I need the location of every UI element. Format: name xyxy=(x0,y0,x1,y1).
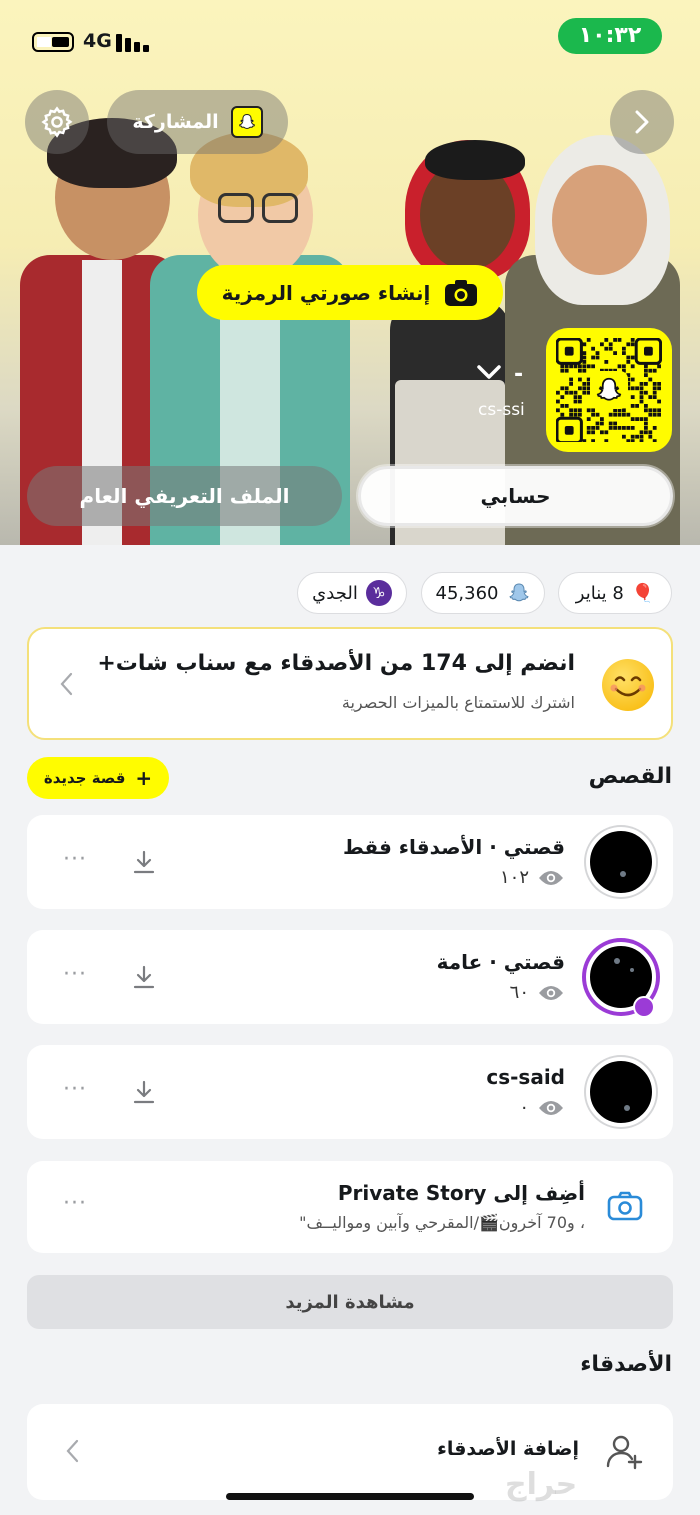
story-views-count: ٠ xyxy=(519,1097,529,1118)
smiley-icon xyxy=(602,659,654,711)
birthday-badge[interactable]: 🎈 8 يناير xyxy=(558,572,672,614)
more-options-icon[interactable]: ··· xyxy=(63,847,87,872)
status-time: ١٠:٣٢ xyxy=(558,18,662,54)
birthday-text: 8 يناير xyxy=(575,582,624,604)
story-title: cs-said xyxy=(486,1065,565,1089)
snap-score-badge[interactable]: 45,360 xyxy=(421,572,545,614)
home-indicator[interactable] xyxy=(226,1493,474,1500)
story-thumbnail xyxy=(586,1057,656,1127)
gear-icon xyxy=(41,106,73,138)
snapcode[interactable] xyxy=(546,328,672,452)
story-item-public[interactable]: قصتي · عامة ٦٠ ··· xyxy=(27,930,673,1024)
more-options-icon[interactable]: ··· xyxy=(63,962,87,987)
download-icon[interactable] xyxy=(131,849,157,875)
create-bitmoji-button[interactable]: إنشاء صورتي الرمزية xyxy=(197,265,503,320)
story-views: ٠ xyxy=(519,1097,565,1118)
snapchat-plus-subtitle: اشترك للاستمتاع بالميزات الحصرية xyxy=(341,693,575,712)
story-views: ٦٠ xyxy=(510,982,565,1003)
tab-my-account[interactable]: حسابي xyxy=(358,466,673,526)
snapchat-plus-card[interactable]: انضم إلى 174 من الأصدقاء مع سناب شات+ اش… xyxy=(27,627,673,740)
story-item-friends[interactable]: قصتي · الأصدقاء فقط ١٠٢ ··· xyxy=(27,815,673,909)
camera-icon xyxy=(607,1191,643,1221)
ghost-icon xyxy=(508,583,529,602)
plus-icon: + xyxy=(135,766,153,790)
next-button[interactable] xyxy=(610,90,674,154)
chevron-down-icon[interactable] xyxy=(476,362,502,382)
snapchat-plus-title: انضم إلى 174 من الأصدقاء مع سناب شات+ xyxy=(97,651,575,676)
snapcode-icon xyxy=(230,106,263,138)
zodiac-icon: ♑ xyxy=(365,580,392,606)
story-item-custom[interactable]: cs-said ٠ ··· xyxy=(27,1045,673,1139)
more-options-icon[interactable]: ··· xyxy=(63,1077,87,1102)
tab-public-profile[interactable]: الملف التعريفي العام xyxy=(27,466,342,526)
eye-icon xyxy=(539,1100,563,1115)
download-icon[interactable] xyxy=(131,1079,157,1105)
zodiac-badge[interactable]: ♑ الجدي xyxy=(297,572,407,614)
see-more-button[interactable]: مشاهدة المزيد xyxy=(27,1275,673,1329)
new-story-label: قصة جديدة xyxy=(43,769,126,787)
network-type: 4G xyxy=(83,30,112,52)
profile-header: 4G ١٠:٣٢ المشاركة إنشاء صورتي الرمزية - … xyxy=(0,0,700,545)
chevron-left-icon xyxy=(66,1439,79,1463)
share-button[interactable]: المشاركة xyxy=(107,90,288,154)
story-title: قصتي · الأصدقاء فقط xyxy=(342,835,565,859)
eye-icon xyxy=(539,985,563,1000)
profile-badges: 🎈 8 يناير 45,360 ♑ الجدي xyxy=(0,572,700,614)
username: cs-ssi xyxy=(478,400,525,420)
create-bitmoji-label: إنشاء صورتي الرمزية xyxy=(221,280,431,305)
battery-icon xyxy=(32,32,74,52)
signal-icon xyxy=(116,32,150,52)
chevron-right-icon xyxy=(635,110,649,134)
stories-section-title: القصص xyxy=(588,764,672,789)
camera-icon xyxy=(445,279,478,306)
settings-button[interactable] xyxy=(25,90,89,154)
ghost-icon xyxy=(590,371,628,409)
snap-score-text: 45,360 xyxy=(435,582,499,604)
new-story-button[interactable]: + قصة جديدة xyxy=(27,757,169,799)
story-views: ١٠٢ xyxy=(500,867,565,888)
zodiac-text: الجدي xyxy=(312,582,358,604)
share-label: المشاركة xyxy=(132,111,219,133)
private-story-title: أضِف إلى Private Story xyxy=(337,1181,585,1205)
download-icon[interactable] xyxy=(131,964,157,990)
story-views-count: ١٠٢ xyxy=(499,867,529,888)
add-to-private-story[interactable]: أضِف إلى Private Story ، و70 آخرون🎬/المق… xyxy=(27,1161,673,1253)
eye-icon xyxy=(539,870,563,885)
status-bar: 4G ١٠:٣٢ xyxy=(0,18,700,68)
watermark-logo: حراج xyxy=(505,1467,578,1502)
globe-icon xyxy=(633,996,655,1018)
more-options-icon[interactable]: ··· xyxy=(63,1191,87,1216)
story-views-count: ٦٠ xyxy=(509,982,529,1003)
story-title: قصتي · عامة xyxy=(436,950,565,974)
friends-section-title: الأصدقاء xyxy=(580,1352,672,1377)
story-thumbnail xyxy=(586,827,656,897)
display-name: - xyxy=(514,362,524,387)
add-friends-label: إضافة الأصدقاء xyxy=(437,1438,579,1460)
snapcode-qr-image xyxy=(555,337,663,445)
balloon-icon: 🎈 xyxy=(631,582,655,604)
add-friend-icon xyxy=(606,1435,643,1470)
private-story-subtitle: ، و70 آخرون🎬/المقرحي وآبين ومواليــف" xyxy=(299,1213,585,1232)
chevron-left-icon xyxy=(60,672,73,696)
